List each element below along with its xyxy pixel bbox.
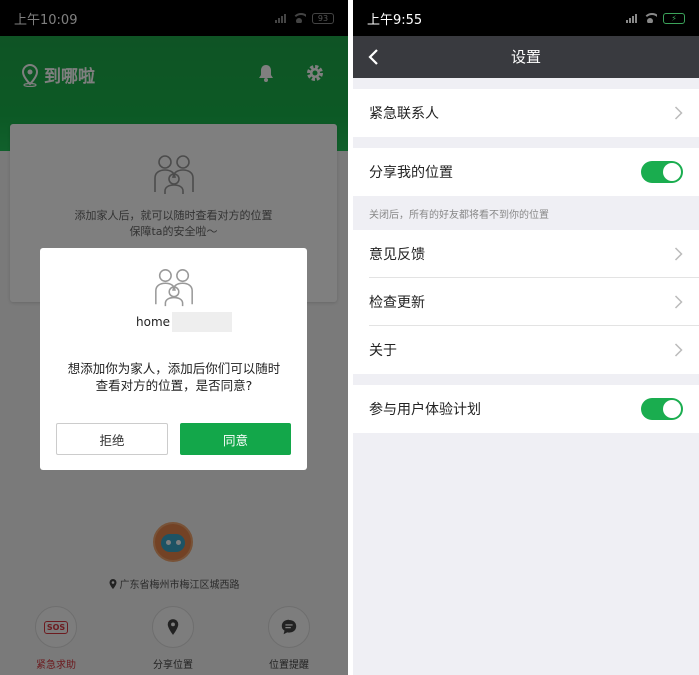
chevron-right-icon: [674, 295, 683, 309]
settings-item-label: 检查更新: [369, 295, 425, 311]
family-request-dialog: home 想添加你为家人，添加后你们可以随时 查看对方的位置，是否同意? 拒绝 …: [40, 248, 307, 470]
share-location-hint: 关闭后，所有的好友都将看不到你的位置: [369, 210, 549, 221]
accept-button[interactable]: 同意: [180, 423, 291, 455]
settings-item-about[interactable]: 关于: [353, 326, 699, 374]
reject-button[interactable]: 拒绝: [56, 423, 168, 455]
dialog-message-line2: 查看对方的位置，是否同意?: [95, 378, 253, 393]
settings-item-feedback[interactable]: 意见反馈: [353, 230, 699, 278]
signal-icon: [626, 13, 637, 23]
chevron-right-icon: [674, 247, 683, 261]
settings-item-label: 意见反馈: [369, 247, 425, 263]
settings-item-label: 分享我的位置: [369, 165, 453, 181]
settings-item-ux-program: 参与用户体验计划: [353, 385, 699, 433]
chevron-right-icon: [674, 106, 683, 120]
nav-bar: 设置: [353, 36, 699, 78]
page-title: 设置: [510, 48, 541, 66]
wifi-icon: [643, 13, 657, 23]
left-screen: 上午10:09 93 到哪啦 添加家人后，就可以随时查看对方的位置 保障ta的安…: [0, 0, 348, 675]
family-icon: [152, 266, 196, 310]
settings-item-share-location: 分享我的位置: [353, 148, 699, 196]
chevron-right-icon: [674, 343, 683, 357]
settings-item-label: 参与用户体验计划: [369, 402, 481, 418]
right-screen: 上午9:55 ⚡ 设置 紧急联系人 分享我的位置 关闭后，所有的好友都将看不到你…: [353, 0, 699, 675]
settings-item-emergency-contact[interactable]: 紧急联系人: [353, 89, 699, 137]
settings-item-label: 关于: [369, 343, 397, 359]
share-location-toggle[interactable]: [641, 161, 683, 183]
settings-item-label: 紧急联系人: [369, 106, 439, 122]
status-time: 上午9:55: [367, 12, 423, 28]
settings-item-check-update[interactable]: 检查更新: [353, 278, 699, 326]
battery-charging-icon: ⚡: [663, 12, 685, 24]
status-bar: 上午9:55 ⚡: [353, 0, 699, 36]
ux-program-toggle[interactable]: [641, 398, 683, 420]
requester-name: home: [136, 315, 171, 329]
dialog-message: 想添加你为家人，添加后你们可以随时 查看对方的位置，是否同意?: [54, 360, 294, 394]
name-redaction: [172, 312, 233, 332]
dialog-message-line1: 想添加你为家人，添加后你们可以随时: [67, 361, 281, 376]
